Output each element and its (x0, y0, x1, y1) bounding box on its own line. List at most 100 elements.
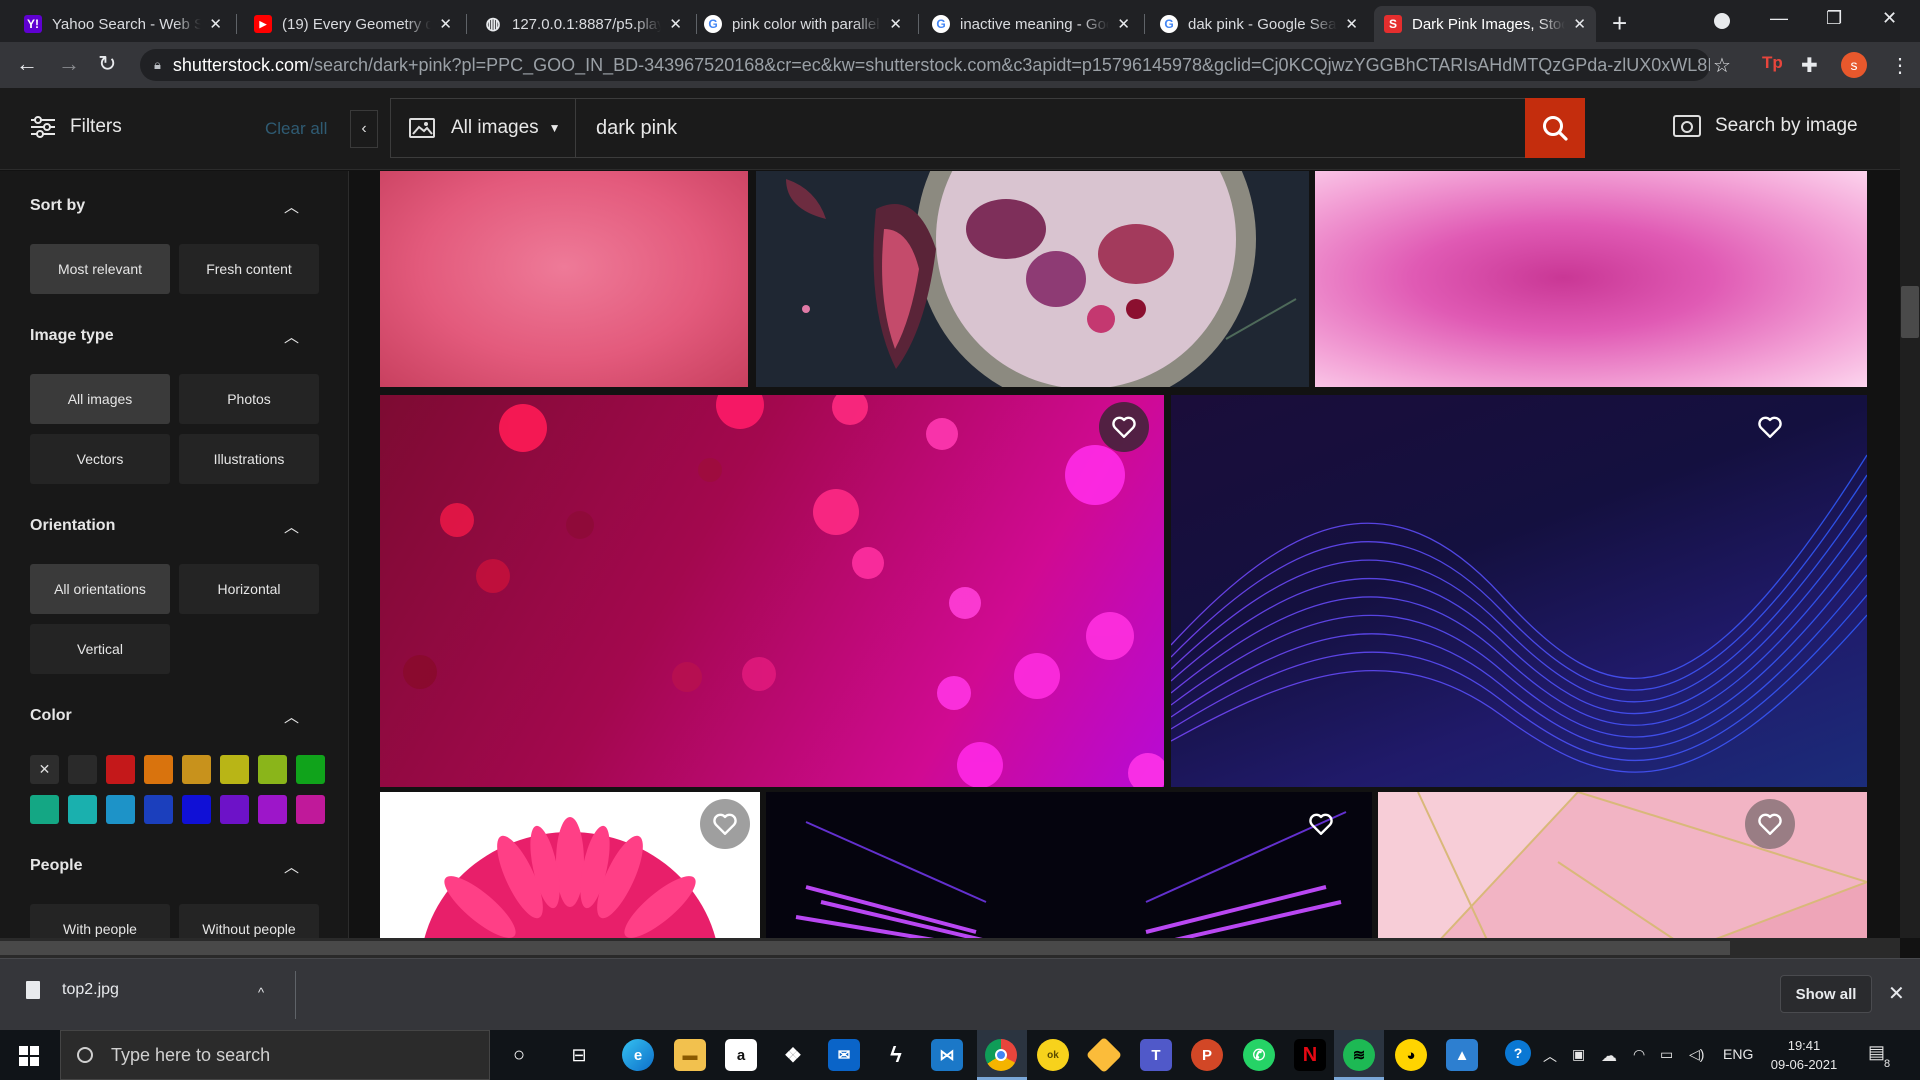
help-icon[interactable]: ? (1505, 1040, 1531, 1066)
color-swatch[interactable] (220, 795, 249, 824)
color-swatch[interactable] (296, 755, 325, 784)
page-horizontal-scrollbar[interactable] (0, 938, 1900, 958)
download-item[interactable]: top2.jpg (26, 981, 119, 999)
image-type-dropdown[interactable]: All images ▼ (391, 99, 576, 157)
close-icon[interactable]: ✕ (439, 15, 452, 33)
winamp-icon[interactable]: ϟ (880, 1039, 912, 1071)
close-icon[interactable]: ✕ (889, 15, 902, 33)
type-all-images-button[interactable]: All images (30, 374, 170, 424)
result-image-fig-smoothie-bowl[interactable] (756, 171, 1309, 387)
onedrive-cloud-icon[interactable]: ☁ (1601, 1046, 1617, 1066)
spotify-icon[interactable]: ≋ (1343, 1039, 1375, 1071)
color-swatch[interactable] (68, 755, 97, 784)
scrollbar-thumb[interactable] (0, 941, 1730, 955)
device-icon[interactable]: ▣ (1572, 1046, 1585, 1063)
result-image-pink-grunge-texture[interactable] (380, 171, 748, 387)
chevron-up-icon[interactable]: ︿ (1543, 1046, 1557, 1066)
chevron-up-icon[interactable]: ︿ (284, 856, 299, 877)
vscode-icon[interactable]: ⋈ (931, 1039, 963, 1071)
color-swatch[interactable] (220, 755, 249, 784)
chevron-up-icon[interactable]: ^ (258, 985, 264, 1000)
orientation-horizontal-button[interactable]: Horizontal (179, 564, 319, 614)
search-input[interactable]: dark pink (576, 117, 1525, 140)
reload-icon[interactable]: ↻ (98, 51, 116, 77)
git-kraken-icon[interactable] (1085, 1036, 1123, 1074)
color-swatch[interactable] (144, 795, 173, 824)
color-clear-swatch[interactable]: ✕ (30, 755, 59, 784)
color-swatch[interactable] (68, 795, 97, 824)
close-icon[interactable]: ✕ (669, 15, 682, 33)
show-all-downloads-button[interactable]: Show all (1780, 975, 1872, 1013)
favorite-heart-button[interactable] (1099, 402, 1149, 452)
close-icon[interactable]: ✕ (1117, 15, 1130, 33)
file-explorer-icon[interactable]: ▬ (674, 1039, 706, 1071)
result-image-pink-bokeh[interactable] (380, 395, 1164, 787)
chevron-up-icon[interactable]: ︿ (284, 516, 299, 537)
chevron-up-icon[interactable]: ︿ (284, 196, 299, 217)
wifi-icon[interactable]: ◠ (1633, 1046, 1645, 1063)
tab-yahoo-search[interactable]: Y! Yahoo Search - Web Search ✕ (14, 6, 232, 42)
filters-toggle[interactable]: Filters (30, 116, 122, 138)
color-swatch[interactable] (30, 795, 59, 824)
whatsapp-icon[interactable]: ✆ (1243, 1039, 1275, 1071)
color-swatch[interactable] (106, 795, 135, 824)
collapse-filters-button[interactable]: ‹ (350, 110, 378, 148)
paint-app-icon[interactable]: ok (1037, 1039, 1069, 1071)
close-icon[interactable]: ✕ (1573, 15, 1586, 33)
page-vertical-scrollbar[interactable] (1900, 88, 1920, 938)
favorite-heart-button[interactable] (1296, 799, 1346, 849)
color-swatch[interactable] (296, 795, 325, 824)
chevron-up-icon[interactable]: ︿ (284, 706, 299, 727)
mail-icon[interactable]: ✉ (828, 1039, 860, 1071)
volume-icon[interactable]: ◁) (1689, 1046, 1704, 1063)
extensions-puzzle-icon[interactable]: ✚ (1801, 53, 1818, 78)
tab-search-icon[interactable] (1714, 13, 1730, 29)
battery-icon[interactable]: ▭ (1660, 1046, 1673, 1063)
close-icon[interactable]: ✕ (209, 15, 222, 33)
color-swatch[interactable] (182, 795, 211, 824)
close-downloads-icon[interactable]: ✕ (1888, 981, 1905, 1006)
color-swatch[interactable] (258, 755, 287, 784)
chevron-up-icon[interactable]: ︿ (284, 326, 299, 347)
tab-shutterstock-active[interactable]: S Dark Pink Images, Stock ✕ (1374, 6, 1596, 42)
netflix-icon[interactable]: N (1294, 1039, 1326, 1071)
chrome-icon[interactable] (985, 1039, 1017, 1071)
tab-google-pink-color[interactable]: G pink color with parallel ✕ (694, 6, 912, 42)
new-tab-button[interactable]: + (1612, 8, 1627, 39)
language-indicator[interactable]: ENG (1723, 1046, 1753, 1062)
tab-google-dak-pink[interactable]: G dak pink - Google Search ✕ (1150, 6, 1368, 42)
favorite-heart-button[interactable] (700, 799, 750, 849)
forward-icon[interactable]: → (58, 51, 80, 77)
close-window-icon[interactable]: ✕ (1882, 8, 1897, 29)
tab-google-inactive[interactable]: G inactive meaning - Google ✕ (922, 6, 1140, 42)
amazon-icon[interactable]: a (725, 1039, 757, 1071)
photos-icon[interactable]: ▲ (1446, 1039, 1478, 1071)
search-button[interactable] (1525, 98, 1585, 158)
windows-start-icon[interactable] (19, 1046, 39, 1066)
scrollbar-thumb[interactable] (1901, 286, 1919, 338)
type-photos-button[interactable]: Photos (179, 374, 319, 424)
result-image-pink-geometric-gold[interactable] (1378, 792, 1867, 938)
favorite-heart-button[interactable] (1745, 402, 1795, 452)
pacman-icon[interactable]: ◕ (1395, 1039, 1427, 1071)
sort-most-relevant-button[interactable]: Most relevant (30, 244, 170, 294)
extension-tp-icon[interactable]: Tp (1762, 53, 1783, 73)
people-with-button[interactable]: With people (30, 904, 170, 938)
notifications-icon[interactable]: ▤ (1868, 1042, 1885, 1063)
teams-icon[interactable]: T (1140, 1039, 1172, 1071)
type-illustrations-button[interactable]: Illustrations (179, 434, 319, 484)
sort-fresh-content-button[interactable]: Fresh content (179, 244, 319, 294)
clear-all-link[interactable]: Clear all (265, 119, 327, 139)
profile-avatar[interactable]: s (1841, 52, 1867, 78)
restore-icon[interactable]: ❐ (1826, 8, 1842, 29)
bookmark-star-icon[interactable]: ☆ (1713, 53, 1731, 78)
search-by-image-button[interactable]: Search by image (1673, 115, 1858, 137)
close-icon[interactable]: ✕ (1345, 15, 1358, 33)
result-image-neon-purple-lights[interactable] (766, 792, 1372, 938)
task-view-icon[interactable]: ⊟ (563, 1039, 595, 1071)
minimize-icon[interactable]: — (1770, 8, 1788, 29)
back-icon[interactable]: ← (16, 51, 38, 77)
taskbar-clock[interactable]: 19:41 09-06-2021 (1760, 1036, 1848, 1074)
color-swatch[interactable] (258, 795, 287, 824)
orientation-vertical-button[interactable]: Vertical (30, 624, 170, 674)
